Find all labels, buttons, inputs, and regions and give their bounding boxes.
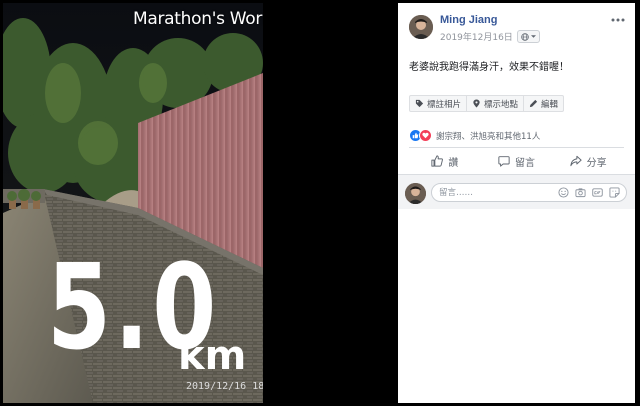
comment-input[interactable] <box>439 185 549 200</box>
distance-unit: km <box>178 333 247 379</box>
comment-label: 留言 <box>515 157 535 169</box>
post-date[interactable]: 2019年12月16日 <box>440 30 513 43</box>
tag-photo-button[interactable]: 標註相片 <box>409 95 468 112</box>
camera-icon[interactable] <box>575 187 586 198</box>
comment-box <box>431 183 627 202</box>
photo-tag-toolbar: 標註相片 標示地點 編輯 <box>409 95 565 112</box>
privacy-selector[interactable] <box>516 30 540 43</box>
like-button[interactable]: 讚 <box>409 149 481 173</box>
photo-timestamp: 2019/12/16 18:1 <box>186 381 263 392</box>
more-dots-icon <box>611 18 625 22</box>
globe-icon <box>521 32 529 41</box>
viewer-avatar-image <box>405 183 426 204</box>
add-location-label: 標示地點 <box>484 99 519 110</box>
sticker-icon[interactable] <box>609 187 620 198</box>
post-photo[interactable]: Marathon's World 5.0 km 2019/12/16 18:1 <box>3 3 263 403</box>
tag-photo-label: 標註相片 <box>427 99 462 110</box>
tag-icon <box>415 99 424 108</box>
author-name-link[interactable]: Ming Jiang <box>440 14 497 26</box>
reactions-names[interactable]: 謝宗翔、洪旭亮和其他11人 <box>436 130 540 142</box>
share-icon <box>570 155 582 167</box>
love-reaction-icon <box>419 129 432 142</box>
like-label: 讚 <box>448 157 459 169</box>
watermark-text: Marathon's World <box>133 9 263 29</box>
more-options-button[interactable] <box>611 11 625 26</box>
edit-label: 編輯 <box>541 99 559 110</box>
comment-button[interactable]: 留言 <box>481 149 553 173</box>
location-pin-icon <box>473 99 480 108</box>
post-meta: 2019年12月16日 <box>440 30 540 43</box>
author-avatar[interactable] <box>409 15 433 39</box>
pencil-icon <box>529 99 538 108</box>
add-location-button[interactable]: 標示地點 <box>466 95 525 112</box>
comment-tools <box>558 187 620 198</box>
emoji-icon[interactable] <box>558 187 569 198</box>
avatar-image <box>409 15 433 39</box>
gif-icon[interactable] <box>592 187 603 198</box>
comment-icon <box>498 156 510 167</box>
post-panel: Ming Jiang 2019年12月16日 老婆說我跑得滿身汗，效果不錯喔！ <box>398 3 635 403</box>
chevron-down-icon <box>530 35 536 38</box>
comment-composer <box>398 174 635 209</box>
post-action-bar: 讚 留言 分享 <box>409 149 624 173</box>
thumbs-up-icon <box>431 155 444 167</box>
like-reaction-glyph <box>412 132 419 139</box>
reactions-summary: 謝宗翔、洪旭亮和其他11人 <box>409 129 540 142</box>
actions-divider <box>409 147 624 148</box>
edit-button[interactable]: 編輯 <box>523 95 565 112</box>
share-button[interactable]: 分享 <box>552 149 624 173</box>
love-reaction-glyph <box>422 132 429 139</box>
photo-viewer: Marathon's World 5.0 km 2019/12/16 18:1 <box>0 0 398 406</box>
viewer-avatar <box>405 183 426 204</box>
share-label: 分享 <box>586 157 607 169</box>
post-caption: 老婆說我跑得滿身汗，效果不錯喔！ <box>409 62 569 73</box>
